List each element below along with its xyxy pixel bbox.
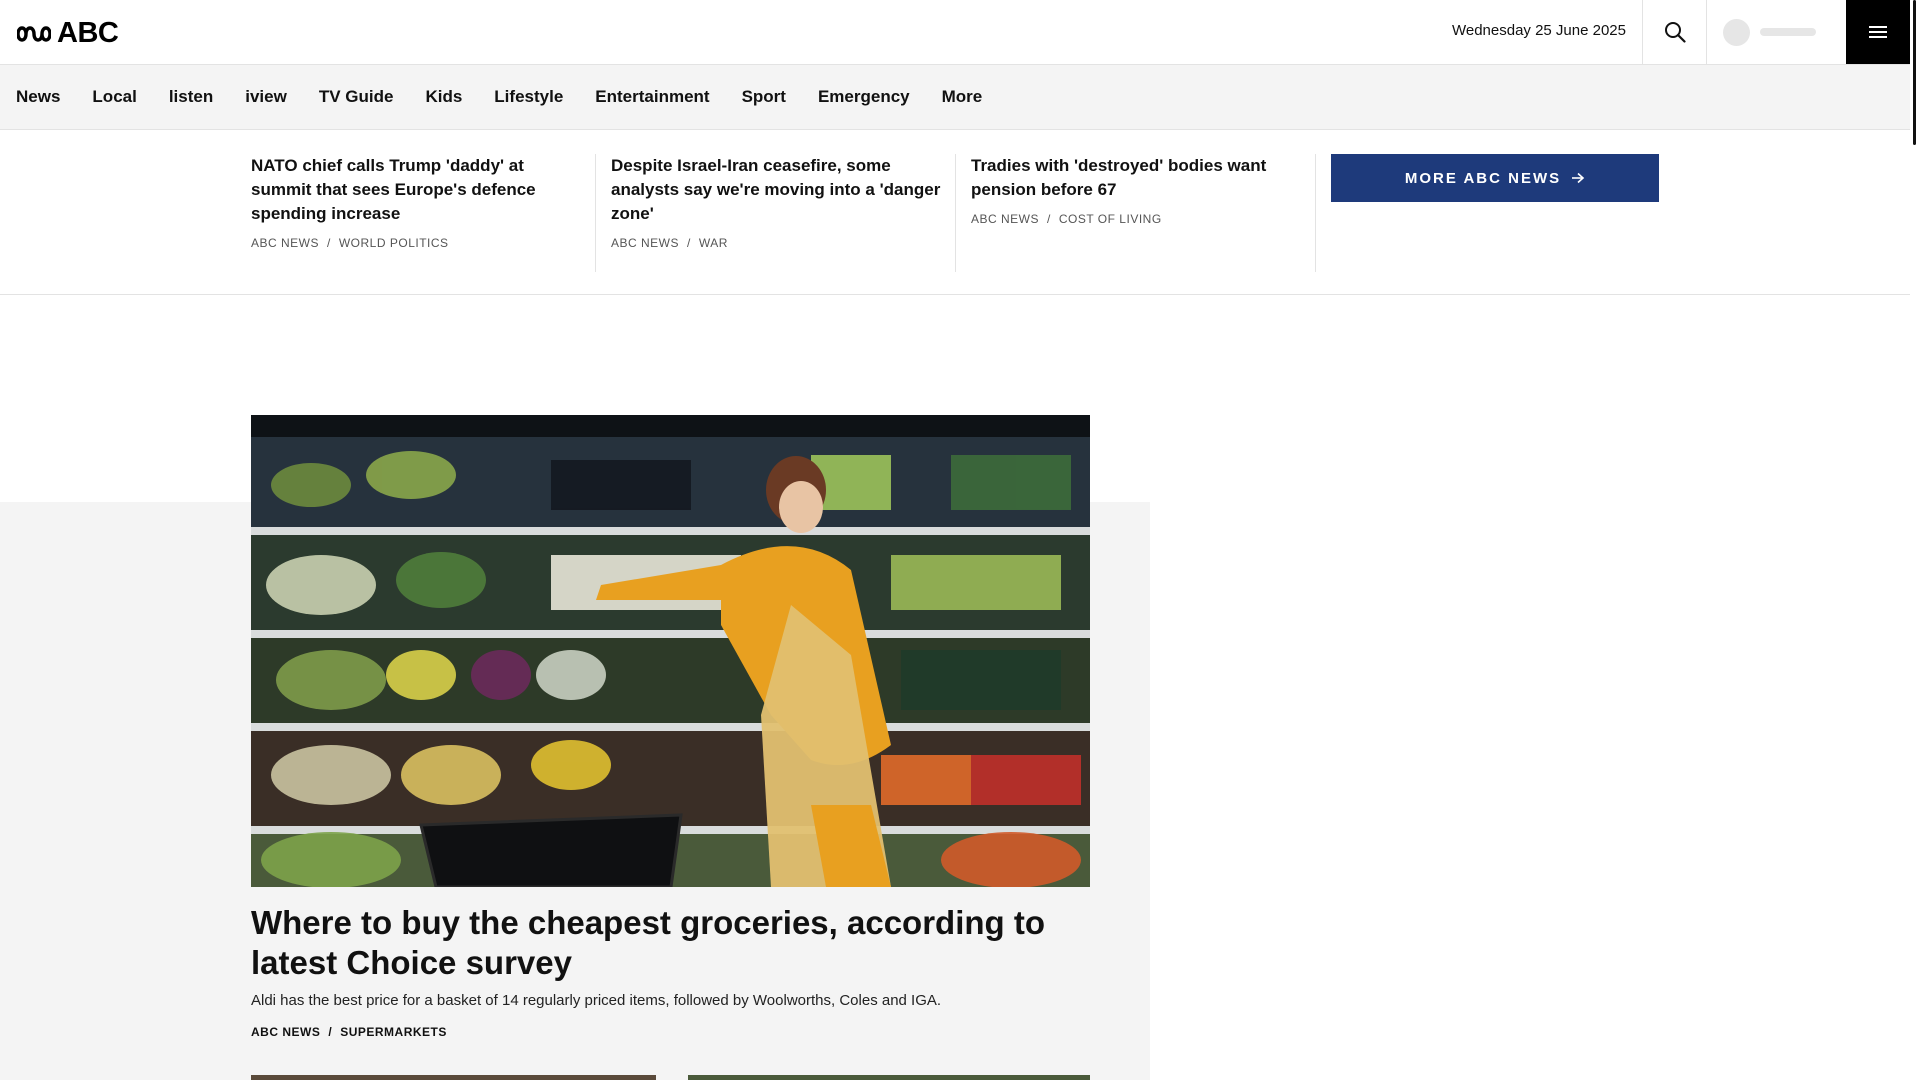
arrow-right-icon — [1572, 172, 1585, 184]
nav-item-more[interactable]: More — [942, 87, 983, 107]
more-abc-news-label: MORE ABC NEWS — [1404, 169, 1562, 187]
search-button[interactable] — [1642, 0, 1707, 64]
feature-image[interactable] — [251, 415, 1090, 887]
main-nav: News Local listen iview TV Guide Kids Li… — [0, 65, 1910, 130]
headline-item[interactable]: Tradies with 'destroyed' bodies want pen… — [971, 154, 1301, 226]
abc-logo[interactable]: ABC — [17, 17, 119, 49]
headline-topic[interactable]: WORLD POLITICS — [339, 236, 449, 250]
headline-meta: ABC NEWS / WORLD POLITICS — [251, 236, 449, 250]
nav-item-emergency[interactable]: Emergency — [818, 87, 910, 107]
scrollbar-thumb[interactable] — [1913, 0, 1916, 145]
feature-source[interactable]: ABC NEWS — [251, 1025, 320, 1039]
headline-topic[interactable]: WAR — [699, 236, 728, 250]
more-abc-news-button[interactable]: MORE ABC NEWS — [1331, 154, 1659, 202]
headline-meta: ABC NEWS / WAR — [611, 236, 728, 250]
headline-meta: ABC NEWS / COST OF LIVING — [971, 212, 1162, 226]
feature-meta: ABC NEWS / SUPERMARKETS — [251, 1025, 447, 1039]
nav-item-tv-guide[interactable]: TV Guide — [319, 87, 394, 107]
article-thumbnail[interactable] — [688, 1075, 1090, 1080]
article-thumbnail[interactable] — [251, 1075, 656, 1080]
feature-description: Aldi has the best price for a basket of … — [251, 992, 942, 1009]
headline-topic[interactable]: COST OF LIVING — [1059, 212, 1162, 226]
search-icon — [1664, 22, 1686, 43]
profile-placeholder[interactable] — [1706, 0, 1846, 64]
headline-title[interactable]: Despite Israel-Iran ceasefire, some anal… — [611, 154, 941, 226]
profile-name-placeholder — [1760, 28, 1816, 36]
headline-title[interactable]: NATO chief calls Trump 'daddy' at summit… — [251, 154, 581, 226]
page-scrollbar[interactable] — [1910, 0, 1920, 1080]
nav-item-listen[interactable]: listen — [169, 87, 213, 107]
top-bar: ABC Wednesday 25 June 2025 — [0, 0, 1910, 65]
headline-item[interactable]: Despite Israel-Iran ceasefire, some anal… — [611, 154, 941, 250]
feature-topic[interactable]: SUPERMARKETS — [340, 1025, 447, 1039]
nav-item-iview[interactable]: iview — [245, 87, 287, 107]
divider — [1315, 154, 1316, 272]
divider — [955, 154, 956, 272]
headline-source[interactable]: ABC NEWS — [251, 236, 319, 250]
nav-item-entertainment[interactable]: Entertainment — [595, 87, 709, 107]
current-date: Wednesday 25 June 2025 — [1451, 22, 1626, 39]
avatar — [1723, 18, 1750, 46]
headline-item[interactable]: NATO chief calls Trump 'daddy' at summit… — [251, 154, 581, 250]
supermarket-photo — [251, 415, 1090, 887]
nav-item-kids[interactable]: Kids — [425, 87, 462, 107]
nav-item-lifestyle[interactable]: Lifestyle — [494, 87, 563, 107]
headline-title[interactable]: Tradies with 'destroyed' bodies want pen… — [971, 154, 1301, 202]
divider — [595, 154, 596, 272]
nav-item-local[interactable]: Local — [92, 87, 136, 107]
menu-button[interactable] — [1846, 0, 1910, 64]
abc-logo-icon — [17, 25, 51, 42]
hamburger-menu-icon — [1869, 26, 1887, 38]
feature-title[interactable]: Where to buy the cheapest groceries, acc… — [251, 903, 1090, 983]
headline-source[interactable]: ABC NEWS — [611, 236, 679, 250]
nav-item-sport[interactable]: Sport — [742, 87, 786, 107]
logo-text: ABC — [57, 17, 119, 49]
headlines-strip: NATO chief calls Trump 'daddy' at summit… — [0, 130, 1910, 295]
nav-item-news[interactable]: News — [16, 87, 60, 107]
headline-source[interactable]: ABC NEWS — [971, 212, 1039, 226]
